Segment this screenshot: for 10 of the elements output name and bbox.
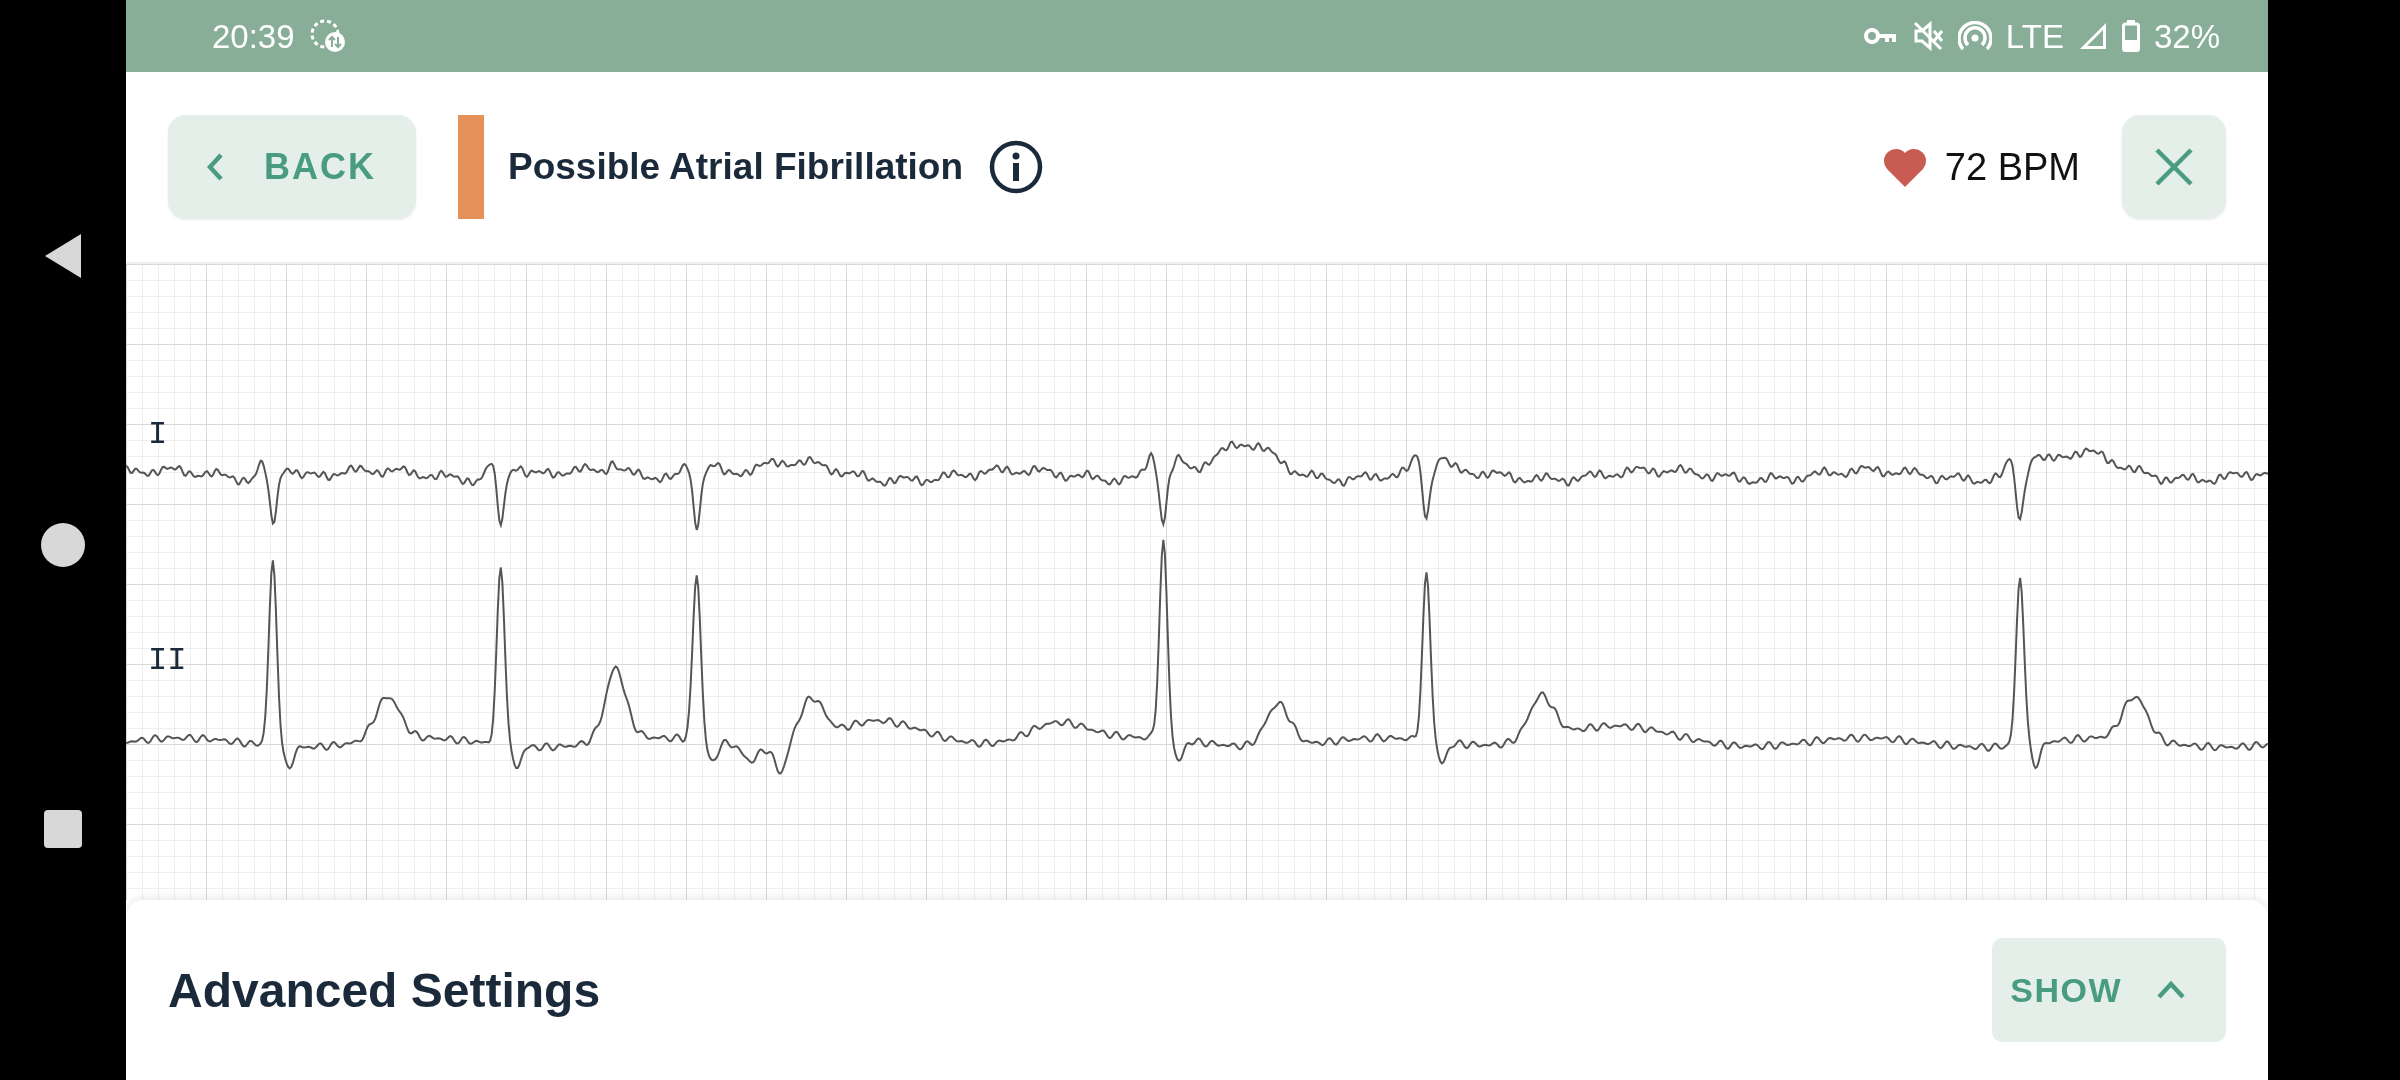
network-type: LTE <box>2005 19 2064 53</box>
clock-time: 20:39 <box>212 19 295 53</box>
lead-label: I <box>148 418 168 451</box>
battery-percentage: 32% <box>2153 19 2220 53</box>
heart-rate: 72 BPM <box>1944 145 2080 189</box>
show-toggle-button[interactable]: SHOW <box>1992 938 2226 1042</box>
section-title: Advanced Settings <box>168 962 601 1018</box>
back-button[interactable]: BACK <box>168 115 416 219</box>
diagnosis-title: Possible Atrial Fibrillation <box>508 146 964 188</box>
lead-label: II <box>148 645 187 678</box>
